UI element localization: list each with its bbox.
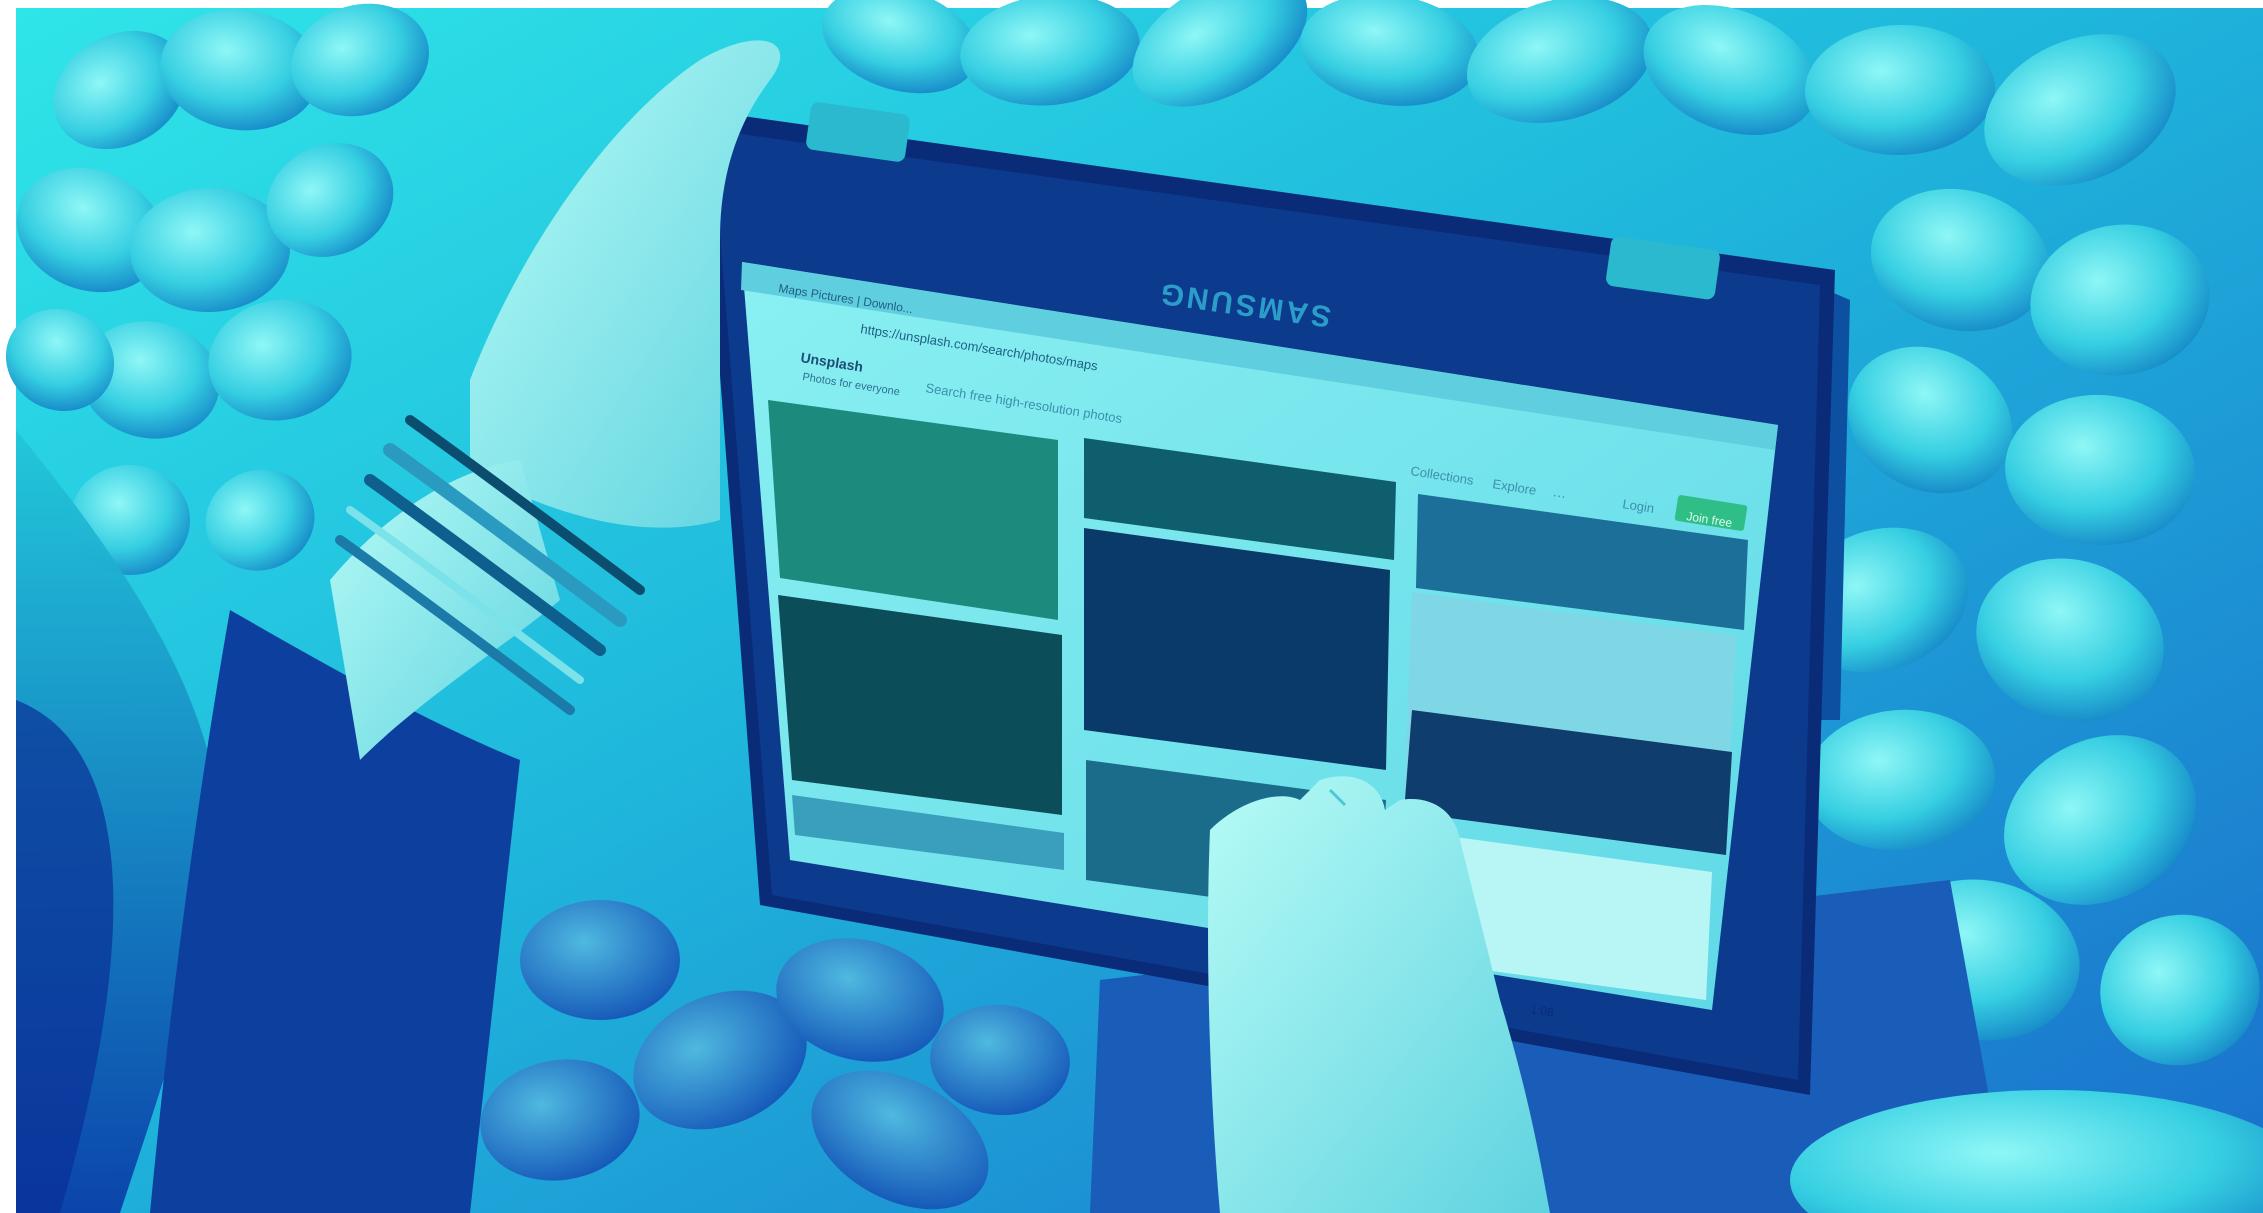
nav-more[interactable]: … bbox=[1552, 483, 1568, 501]
knit-loop bbox=[520, 900, 680, 1020]
photo-tile-night-sky[interactable] bbox=[1084, 528, 1390, 770]
photo: SAMSUNG Maps Pictures | Downlo... https:… bbox=[0, 0, 2263, 1213]
